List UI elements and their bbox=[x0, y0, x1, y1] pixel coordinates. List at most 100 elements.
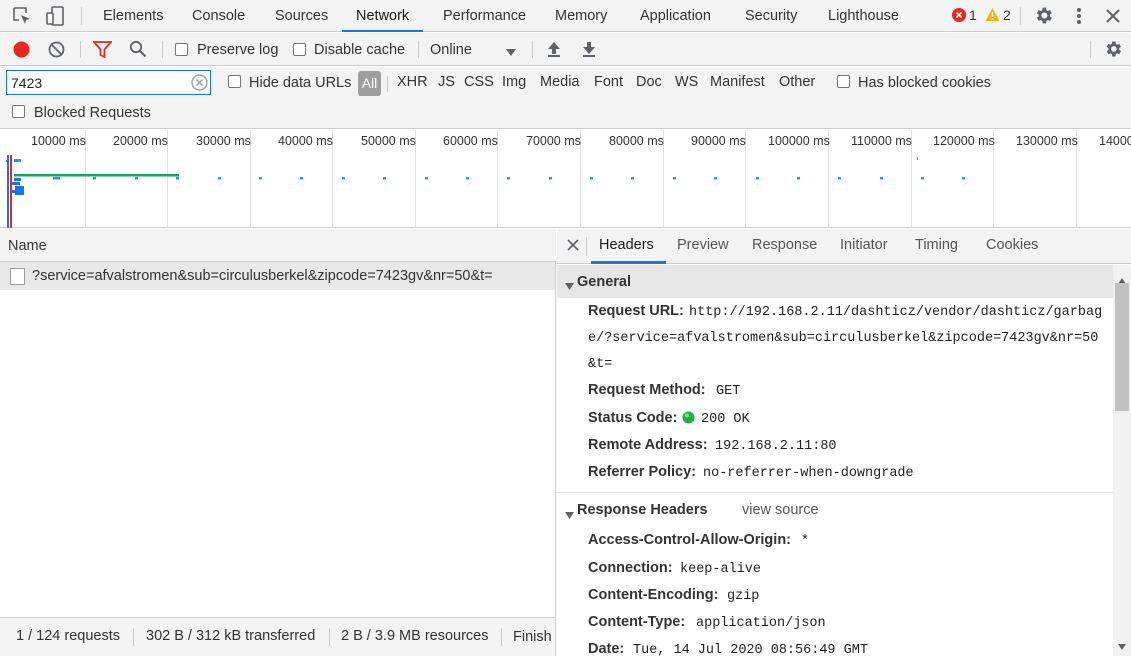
response-header-value: application/json bbox=[696, 616, 826, 631]
type-filter-doc[interactable]: Doc bbox=[636, 74, 662, 90]
tab-lighthouse[interactable]: Lighthouse bbox=[828, 0, 899, 32]
throttling-select[interactable]: Online bbox=[430, 42, 472, 58]
response-header-value: keep-alive bbox=[680, 562, 762, 577]
view-source-link[interactable]: view source bbox=[742, 502, 819, 518]
more-options-icon[interactable] bbox=[1070, 6, 1088, 26]
request-name[interactable]: ?service=afvalstromen&sub=circulusberkel… bbox=[32, 268, 493, 284]
request-list: Name ?service=afvalstromen&sub=circulusb… bbox=[0, 229, 556, 617]
close-devtools-icon[interactable] bbox=[1104, 7, 1122, 25]
inspect-element-icon[interactable] bbox=[12, 6, 32, 26]
has-blocked-cookies-label[interactable]: Has blocked cookies bbox=[858, 75, 991, 91]
disable-cache-label[interactable]: Disable cache bbox=[314, 42, 405, 58]
timeline-tick-label: 120000 ms bbox=[933, 134, 995, 148]
clear-filter-icon[interactable] bbox=[191, 74, 208, 91]
referrer-policy-value: no-referrer-when-downgrade bbox=[703, 466, 914, 481]
request-list-header: Name bbox=[0, 229, 556, 262]
details-tab-headers[interactable]: Headers bbox=[599, 237, 654, 253]
disable-cache-checkbox[interactable] bbox=[293, 43, 306, 56]
type-filter-css[interactable]: CSS bbox=[464, 74, 494, 90]
status-code-value: 200 OK bbox=[701, 412, 750, 427]
import-har-icon[interactable] bbox=[546, 40, 562, 58]
toolbar-divider bbox=[1020, 7, 1021, 25]
table-row[interactable]: ?service=afvalstromen&sub=circulusberkel… bbox=[0, 262, 555, 290]
status-bar: 1 / 124 requests 302 B / 312 kB transfer… bbox=[0, 617, 556, 656]
details-scrollbar[interactable] bbox=[1113, 265, 1131, 656]
export-har-icon[interactable] bbox=[581, 40, 597, 58]
details-tab-preview[interactable]: Preview bbox=[677, 237, 729, 253]
tab-elements[interactable]: Elements bbox=[103, 0, 163, 32]
tab-memory[interactable]: Memory bbox=[555, 0, 607, 32]
scroll-down-arrow-icon[interactable] bbox=[1118, 637, 1126, 650]
file-icon bbox=[10, 268, 25, 285]
network-settings-gear-icon[interactable] bbox=[1103, 39, 1123, 59]
clear-icon[interactable] bbox=[48, 41, 65, 58]
active-tab-indicator bbox=[591, 261, 666, 264]
response-header-key: Access-Control-Allow-Origin: bbox=[588, 532, 792, 548]
section-divider bbox=[557, 492, 1113, 493]
tab-sources[interactable]: Sources bbox=[275, 0, 328, 32]
search-icon[interactable] bbox=[129, 40, 147, 58]
tab-console[interactable]: Console bbox=[192, 0, 245, 32]
tab-application[interactable]: Application bbox=[640, 0, 711, 32]
hide-data-urls-label[interactable]: Hide data URLs bbox=[249, 75, 351, 91]
scrollbar-thumb[interactable] bbox=[1115, 283, 1129, 411]
timeline-overview[interactable]: 10000 ms 20000 ms 30000 ms 40000 ms 5000… bbox=[0, 130, 1131, 228]
details-tab-cookies[interactable]: Cookies bbox=[986, 237, 1038, 253]
blocked-requests-checkbox[interactable] bbox=[12, 105, 25, 118]
timeline-tick-label: 20000 ms bbox=[113, 134, 168, 148]
error-count[interactable]: 1 bbox=[969, 7, 977, 23]
toolbar-divider bbox=[1090, 41, 1091, 58]
type-filter-other[interactable]: Other bbox=[779, 74, 815, 90]
timeline-tick-label: 14000 bbox=[1099, 134, 1131, 148]
details-tab-response[interactable]: Response bbox=[752, 237, 817, 253]
type-filter-ws[interactable]: WS bbox=[675, 74, 698, 90]
scroll-up-arrow-icon[interactable] bbox=[1118, 271, 1126, 284]
warning-count[interactable]: 2 bbox=[1003, 7, 1011, 23]
network-toolbar: Preserve log Disable cache Online bbox=[0, 33, 1131, 66]
type-filter-img[interactable]: Img bbox=[502, 74, 526, 90]
type-filter-js[interactable]: JS bbox=[438, 74, 455, 90]
toolbar-divider bbox=[162, 41, 163, 58]
filter-input[interactable] bbox=[6, 70, 211, 95]
triangle-down-icon bbox=[565, 277, 574, 290]
chevron-down-icon[interactable] bbox=[506, 44, 516, 56]
response-header-key: Content-Type: bbox=[588, 614, 686, 630]
type-filter-xhr[interactable]: XHR bbox=[397, 74, 428, 90]
toolbar-divider bbox=[418, 41, 419, 58]
response-header-value: gzip bbox=[727, 589, 760, 604]
settings-gear-icon[interactable] bbox=[1033, 5, 1054, 26]
name-column-header[interactable]: Name bbox=[8, 238, 47, 254]
timeline-tick-label: 130000 ms bbox=[1016, 134, 1078, 148]
tab-security[interactable]: Security bbox=[745, 0, 797, 32]
general-section-header[interactable]: General bbox=[557, 265, 1113, 298]
type-filter-manifest[interactable]: Manifest bbox=[710, 74, 765, 90]
filter-icon[interactable] bbox=[92, 41, 113, 59]
request-count: 1 / 124 requests bbox=[16, 628, 120, 644]
finish-time-clip: Finish bbox=[513, 628, 553, 648]
error-icon[interactable] bbox=[952, 8, 966, 22]
timeline-tick-label: 110000 ms bbox=[851, 134, 912, 148]
hide-data-urls-checkbox[interactable] bbox=[228, 75, 241, 88]
type-filter-media[interactable]: Media bbox=[540, 74, 580, 90]
details-tab-timing[interactable]: Timing bbox=[915, 237, 958, 253]
headers-view: General Request URL: http://192.168.2.11… bbox=[557, 265, 1113, 656]
tab-performance[interactable]: Performance bbox=[443, 0, 526, 32]
blocked-requests-label[interactable]: Blocked Requests bbox=[34, 105, 151, 121]
response-headers-section-header[interactable]: Response Headers view source bbox=[557, 494, 1113, 524]
type-filter-all[interactable]: All bbox=[358, 71, 381, 96]
toolbar-divider bbox=[81, 7, 82, 25]
type-filter-font[interactable]: Font bbox=[594, 74, 623, 90]
record-icon[interactable] bbox=[12, 40, 31, 59]
preserve-log-checkbox[interactable] bbox=[175, 43, 188, 56]
timeline-tick-label: 10000 ms bbox=[31, 134, 86, 148]
device-toolbar-icon[interactable] bbox=[44, 5, 66, 27]
has-blocked-cookies-checkbox[interactable] bbox=[837, 75, 850, 88]
details-tab-initiator[interactable]: Initiator bbox=[840, 237, 888, 253]
warning-icon[interactable] bbox=[985, 7, 1000, 22]
timeline-tick-label: 60000 ms bbox=[443, 134, 498, 148]
tab-network[interactable]: Network bbox=[342, 0, 424, 32]
timeline-tick-label: 70000 ms bbox=[526, 134, 581, 148]
preserve-log-label[interactable]: Preserve log bbox=[197, 42, 278, 58]
request-method-value: GET bbox=[716, 384, 741, 399]
close-details-icon[interactable] bbox=[566, 238, 580, 252]
